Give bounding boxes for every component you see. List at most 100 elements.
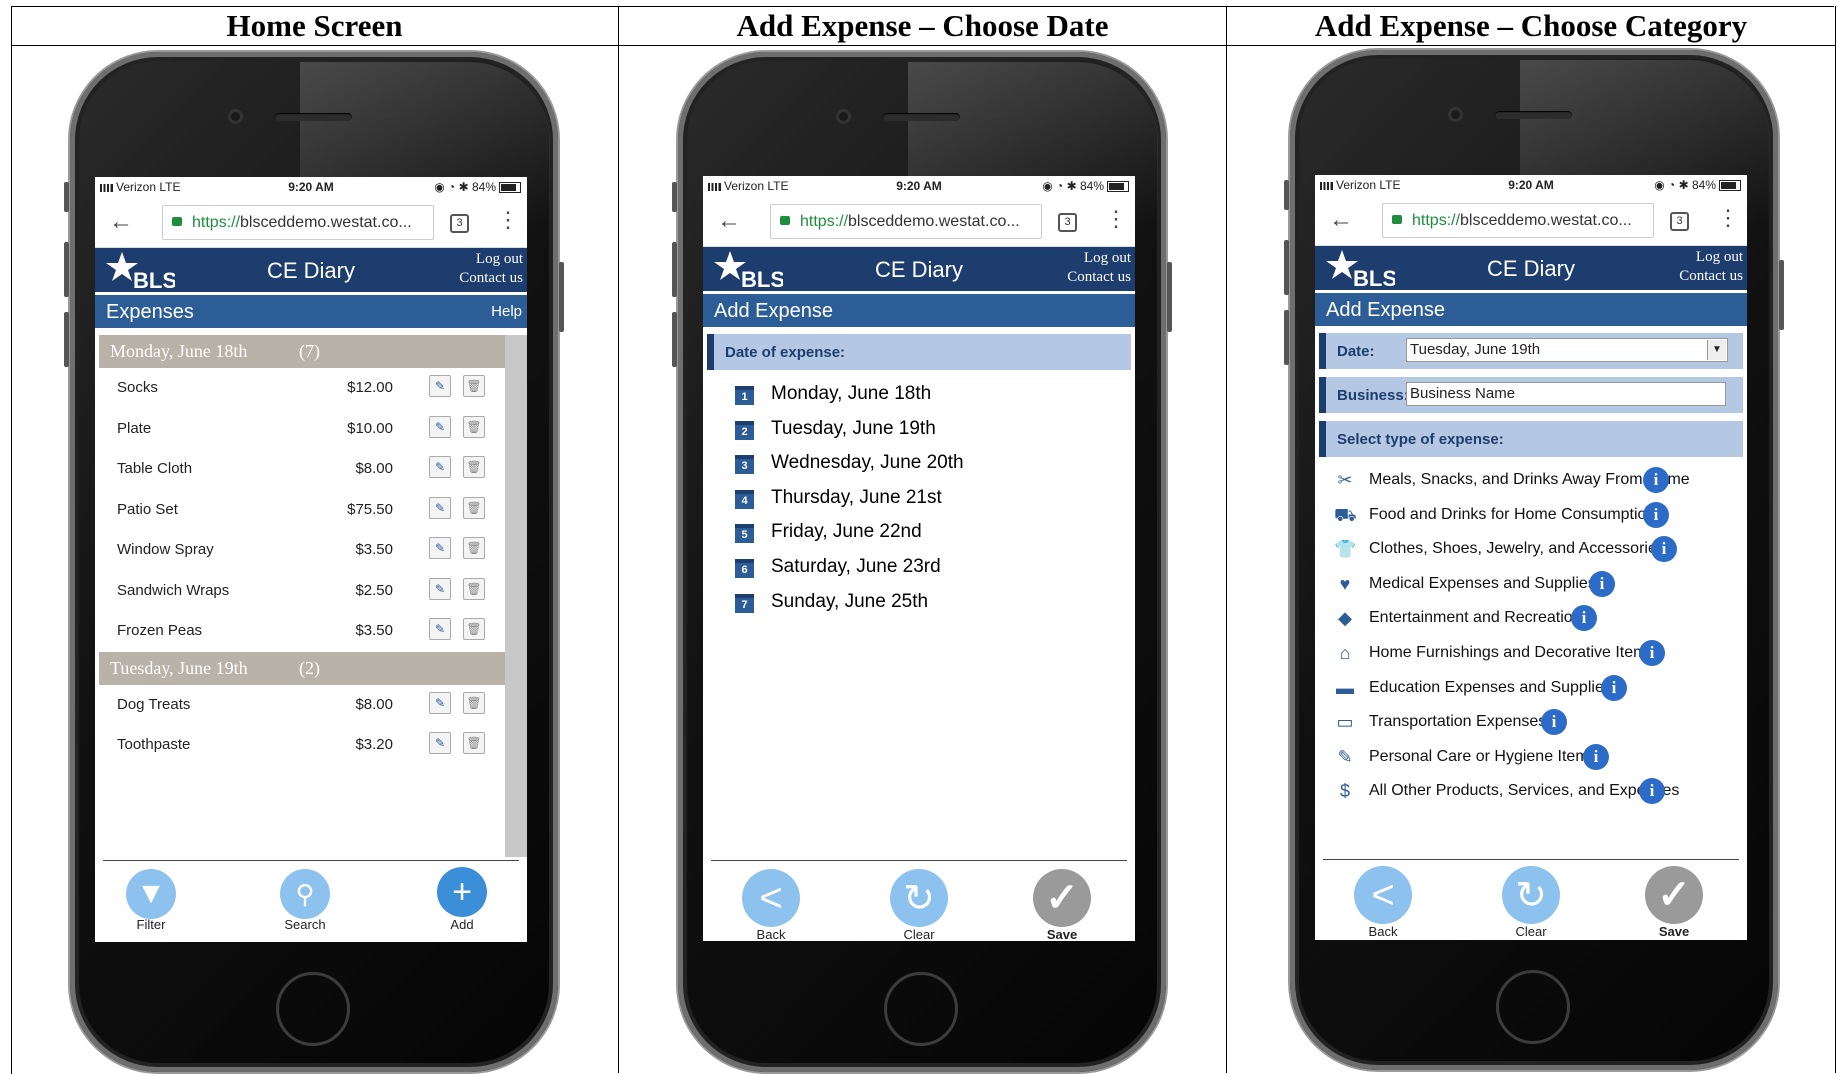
info-icon[interactable]: i	[1601, 674, 1627, 701]
plus-icon: +	[437, 867, 487, 917]
info-icon[interactable]: i	[1651, 536, 1677, 563]
trash-icon[interactable]: 🗑	[463, 496, 485, 519]
category-option[interactable]: ⛟ Food and Drinks for Home Consumption i	[1315, 498, 1747, 533]
trash-icon[interactable]: 🗑	[463, 691, 485, 714]
help-link[interactable]: Help	[491, 303, 522, 320]
date-option[interactable]: 4 Thursday, June 21st	[703, 482, 1135, 517]
category-option[interactable]: ◆ Entertainment and Recreation i	[1315, 601, 1747, 636]
edit-icon[interactable]: ✎	[429, 375, 451, 397]
info-icon[interactable]: i	[1541, 709, 1567, 736]
edit-icon[interactable]: ✎	[429, 618, 451, 640]
save-button[interactable]: ✓ Save	[1032, 869, 1092, 941]
back-button[interactable]: < Back	[741, 869, 801, 941]
url-field[interactable]: https://blsceddemo.westat.co...	[770, 204, 1042, 239]
expense-list: Monday, June 18th (7) Socks $12.00 ✎ 🗑 Plate $…	[95, 328, 527, 857]
date-option-label: Wednesday, June 20th	[771, 452, 964, 474]
clear-button[interactable]: ↻ Clear	[1501, 866, 1561, 939]
date-option[interactable]: 6 Saturday, June 23rd	[703, 551, 1135, 586]
lock-icon	[1392, 215, 1402, 224]
tab-count-button[interactable]: 3	[1670, 212, 1689, 231]
search-button[interactable]: ⚲ Search	[277, 869, 333, 932]
section-header: Expenses Help	[95, 292, 527, 328]
edit-icon[interactable]: ✎	[429, 732, 451, 754]
info-icon[interactable]: i	[1571, 605, 1597, 632]
speaker	[1495, 111, 1572, 119]
edit-icon[interactable]: ✎	[429, 496, 451, 519]
add-button[interactable]: + Add	[436, 867, 488, 932]
trash-icon[interactable]: 🗑	[463, 415, 485, 438]
expense-row: Patio Set $75.50 ✎ 🗑	[99, 490, 505, 531]
contact-link[interactable]: Contact us	[1679, 267, 1743, 286]
edit-icon[interactable]: ✎	[429, 456, 451, 478]
overflow-menu-icon[interactable]: ⋮	[1105, 206, 1127, 232]
status-bar: Verizon LTE 9:20 AM ◉ ◔ ✱ 84%	[703, 176, 1135, 196]
home-button[interactable]	[884, 972, 958, 1046]
date-option[interactable]: 2 Tuesday, June 19th	[703, 413, 1135, 448]
back-chevron-icon: <	[1354, 866, 1412, 924]
save-button[interactable]: ✓ Save	[1644, 866, 1704, 939]
section-header: Add Expense	[703, 291, 1135, 327]
category-option[interactable]: $ All Other Products, Services, and Expen…	[1315, 774, 1747, 809]
category-label: Clothes, Shoes, Jewelry, and Accessories	[1369, 540, 1665, 558]
browser-bar: ← https://blsceddemo.westat.co... 3 ⋮	[703, 196, 1135, 247]
home-button[interactable]	[276, 972, 350, 1046]
category-option[interactable]: ✂ Meals, Snacks, and Drinks Away From Hom…	[1315, 463, 1747, 498]
info-icon[interactable]: i	[1583, 743, 1609, 770]
url-field[interactable]: https://blsceddemo.westat.co...	[1382, 203, 1654, 238]
day-header[interactable]: Monday, June 18th (7)	[99, 335, 505, 368]
info-icon[interactable]: i	[1639, 639, 1665, 666]
back-arrow-icon[interactable]: ←	[1329, 206, 1353, 234]
scrollbar[interactable]	[505, 335, 527, 857]
trash-icon[interactable]: 🗑	[463, 375, 485, 397]
contact-link[interactable]: Contact us	[459, 269, 523, 288]
tab-count-button[interactable]: 3	[1058, 213, 1077, 232]
date-option[interactable]: 1 Monday, June 18th	[703, 378, 1135, 413]
logout-link[interactable]: Log out	[1679, 248, 1743, 267]
clear-button[interactable]: ↻ Clear	[889, 869, 949, 941]
expense-row: Table Cloth $8.00 ✎ 🗑	[99, 449, 505, 490]
date-option[interactable]: 7 Sunday, June 25th	[703, 586, 1135, 621]
edit-icon[interactable]: ✎	[429, 577, 451, 600]
day-header[interactable]: Tuesday, June 19th (2)	[99, 651, 505, 685]
edit-icon[interactable]: ✎	[429, 537, 451, 559]
filter-button[interactable]: ▼ Filter	[125, 869, 177, 932]
info-icon[interactable]: i	[1589, 570, 1615, 597]
trash-icon[interactable]: 🗑	[463, 618, 485, 640]
category-option[interactable]: ▬ Education Expenses and Supplies i	[1315, 671, 1747, 706]
url-field[interactable]: https://blsceddemo.westat.co...	[162, 205, 434, 240]
trash-icon[interactable]: 🗑	[463, 456, 485, 478]
back-button[interactable]: < Back	[1353, 866, 1413, 939]
back-arrow-icon[interactable]: ←	[717, 207, 741, 235]
battery-percent: 84%	[1079, 179, 1104, 193]
divider	[103, 860, 519, 861]
category-option[interactable]: ✎ Personal Care or Hygiene Items i	[1315, 740, 1747, 775]
business-input[interactable]: Business Name	[1406, 382, 1726, 406]
category-option[interactable]: ⌂ Home Furnishings and Decorative Items i	[1315, 636, 1747, 671]
expense-name: Socks	[117, 379, 158, 396]
logout-link[interactable]: Log out	[459, 250, 523, 269]
date-option[interactable]: 3 Wednesday, June 20th	[703, 447, 1135, 482]
edit-icon[interactable]: ✎	[429, 691, 451, 714]
trash-icon[interactable]: 🗑	[463, 732, 485, 754]
info-icon[interactable]: i	[1639, 778, 1665, 805]
trash-icon[interactable]: 🗑	[463, 537, 485, 559]
date-select[interactable]: Tuesday, June 19th ▼	[1406, 338, 1728, 362]
back-arrow-icon[interactable]: ←	[109, 208, 133, 236]
expense-row: Dog Treats $8.00 ✎ 🗑	[99, 685, 505, 726]
home-button[interactable]	[1496, 970, 1570, 1044]
category-option[interactable]: ♥ Medical Expenses and Supplies i	[1315, 567, 1747, 602]
category-option[interactable]: 👕 Clothes, Shoes, Jewelry, and Accessorie…	[1315, 532, 1747, 567]
info-icon[interactable]: i	[1643, 501, 1669, 528]
panel-heading: Add Expense – Choose Category	[1227, 6, 1835, 46]
logout-link[interactable]: Log out	[1067, 249, 1131, 268]
edit-icon[interactable]: ✎	[429, 415, 451, 438]
overflow-menu-icon[interactable]: ⋮	[1717, 205, 1739, 231]
tab-count-button[interactable]: 3	[450, 214, 469, 233]
category-option[interactable]: ▭ Transportation Expenses i	[1315, 705, 1747, 740]
date-option-label: Monday, June 18th	[771, 383, 932, 404]
trash-icon[interactable]: 🗑	[463, 577, 485, 600]
contact-link[interactable]: Contact us	[1067, 268, 1131, 287]
overflow-menu-icon[interactable]: ⋮	[497, 207, 519, 233]
info-icon[interactable]: i	[1643, 467, 1669, 493]
date-option[interactable]: 5 Friday, June 22nd	[703, 516, 1135, 551]
